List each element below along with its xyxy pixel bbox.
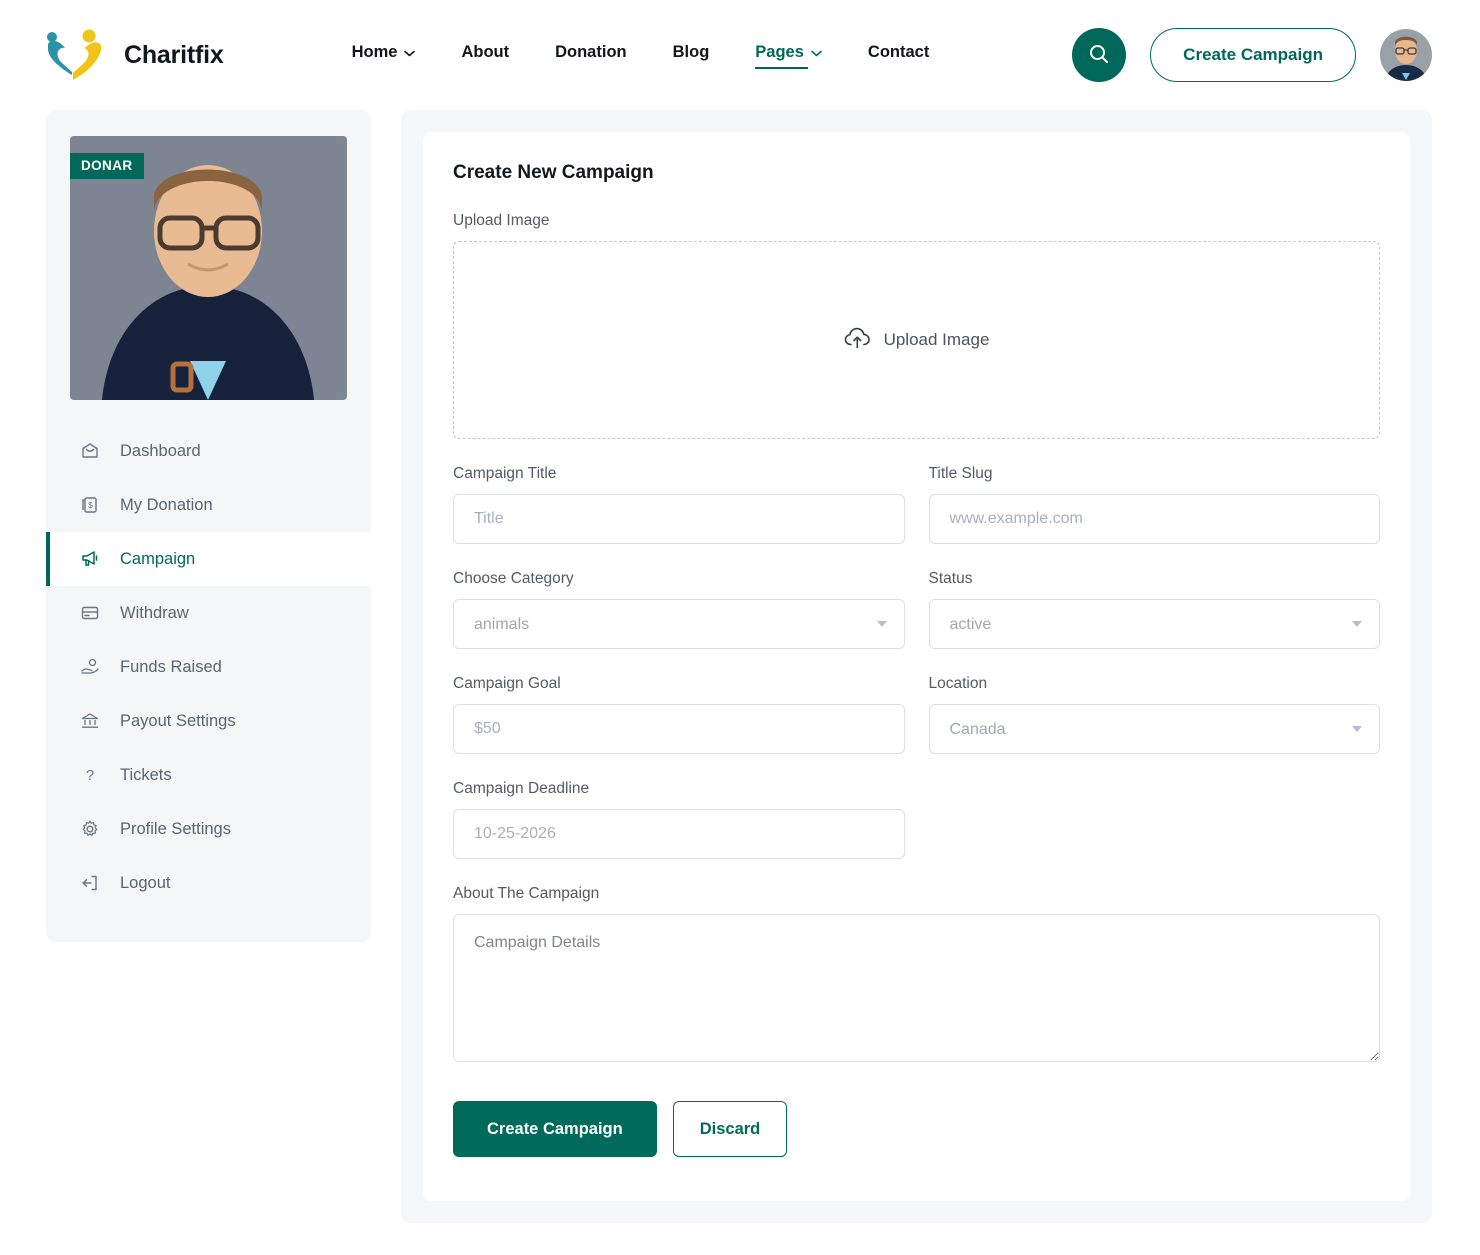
profile-photo: DONAR	[70, 136, 347, 400]
sidebar-item-label: Withdraw	[120, 603, 189, 622]
choose-category-select[interactable]: animals	[453, 599, 905, 649]
sidebar-item-funds-raised[interactable]: Funds Raised	[46, 640, 371, 694]
goal-location-row: Campaign Goal Location Canada	[453, 675, 1380, 754]
main-navigation: Home About Donation Blog Pages Contact	[352, 43, 1073, 69]
chevron-down-icon	[811, 43, 822, 62]
sidebar-menu: Dashboard $ My Donation Campaign Withdra…	[46, 424, 371, 910]
sidebar-item-dashboard[interactable]: Dashboard	[46, 424, 371, 478]
about-row: About The Campaign	[453, 885, 1380, 1067]
search-icon	[1087, 42, 1111, 69]
form-actions: Create Campaign Discard	[453, 1101, 1380, 1157]
title-slug-label: Title Slug	[928, 465, 993, 482]
location-select[interactable]: Canada	[928, 704, 1380, 754]
discard-button[interactable]: Discard	[672, 1101, 788, 1157]
title-slug-input[interactable]	[928, 494, 1380, 544]
status-select[interactable]: active	[928, 599, 1380, 649]
sidebar-item-label: Payout Settings	[120, 711, 236, 730]
nav-item-label: Contact	[867, 43, 930, 61]
campaign-title-input[interactable]	[453, 494, 905, 544]
nav-item-label: Pages	[755, 43, 804, 61]
nav-item-label: About	[461, 43, 510, 61]
header-actions: Create Campaign	[1072, 28, 1432, 82]
heart-person-logo-icon	[42, 27, 110, 83]
deadline-spacer	[929, 780, 1381, 859]
nav-item-pages[interactable]: Pages	[755, 43, 822, 69]
svg-text:$: $	[88, 501, 93, 510]
sidebar-item-label: Profile Settings	[120, 819, 231, 838]
campaign-goal-label: Campaign Goal	[453, 675, 561, 692]
nav-item-home[interactable]: Home	[352, 43, 416, 67]
nav-item-contact[interactable]: Contact	[868, 43, 929, 67]
sidebar-item-label: My Donation	[120, 495, 213, 514]
svg-text:?: ?	[86, 767, 94, 784]
nav-item-donation[interactable]: Donation	[555, 43, 627, 67]
title-slug-group: Title Slug	[928, 465, 1380, 544]
megaphone-icon	[80, 549, 100, 569]
donation-icon: $	[80, 495, 100, 515]
sidebar-item-tickets[interactable]: ? Tickets	[46, 748, 371, 802]
nav-item-about[interactable]: About	[461, 43, 509, 67]
card-icon	[80, 603, 100, 623]
question-icon: ?	[80, 765, 100, 785]
deadline-row: Campaign Deadline	[453, 780, 1380, 859]
sidebar-item-profile-settings[interactable]: Profile Settings	[46, 802, 371, 856]
choose-category-label: Choose Category	[453, 570, 574, 587]
sidebar-item-campaign[interactable]: Campaign	[46, 532, 371, 586]
about-campaign-textarea[interactable]	[453, 914, 1380, 1062]
category-status-row: Choose Category animals Status active	[453, 570, 1380, 649]
sidebar-item-label: Dashboard	[120, 441, 201, 460]
page-body: DONAR Dashboard $ My Donation Campaign W…	[0, 110, 1480, 1223]
main-panel: Create New Campaign Upload Image Upload …	[401, 110, 1432, 1223]
cloud-upload-icon	[844, 326, 871, 355]
chevron-down-icon	[404, 43, 416, 62]
brand-name: Charitfix	[124, 40, 224, 69]
campaign-deadline-label: Campaign Deadline	[453, 780, 590, 797]
create-campaign-header-button[interactable]: Create Campaign	[1150, 28, 1356, 82]
campaign-deadline-input[interactable]	[453, 809, 905, 859]
gear-icon	[80, 819, 100, 839]
search-button[interactable]	[1072, 28, 1127, 82]
campaign-title-label: Campaign Title	[453, 465, 557, 482]
campaign-title-group: Campaign Title	[453, 465, 905, 544]
nav-item-label: Home	[351, 43, 398, 61]
sidebar-item-my-donation[interactable]: $ My Donation	[46, 478, 371, 532]
sidebar-item-withdraw[interactable]: Withdraw	[46, 586, 371, 640]
location-group: Location Canada	[928, 675, 1380, 754]
home-icon	[80, 441, 100, 461]
page-title: Create New Campaign	[453, 162, 654, 183]
status-badge: DONAR	[70, 153, 144, 179]
upload-image-dropzone-label: Upload Image	[883, 330, 990, 349]
nav-item-label: Blog	[672, 43, 710, 61]
avatar[interactable]	[1380, 29, 1432, 81]
choose-category-group: Choose Category animals	[453, 570, 905, 649]
create-campaign-card: Create New Campaign Upload Image Upload …	[423, 132, 1410, 1201]
campaign-deadline-group: Campaign Deadline	[453, 780, 905, 859]
logout-icon	[80, 873, 100, 893]
campaign-goal-group: Campaign Goal	[453, 675, 905, 754]
nav-item-label: Donation	[555, 43, 627, 61]
hand-coin-icon	[80, 657, 100, 677]
upload-image-label: Upload Image	[453, 212, 550, 229]
nav-item-blog[interactable]: Blog	[673, 43, 710, 67]
title-row: Campaign Title Title Slug	[453, 465, 1380, 544]
upload-image-dropzone[interactable]: Upload Image	[453, 241, 1380, 439]
status-group: Status active	[928, 570, 1380, 649]
sidebar: DONAR Dashboard $ My Donation Campaign W…	[46, 110, 371, 942]
sidebar-item-label: Logout	[120, 873, 171, 892]
status-label: Status	[928, 570, 973, 587]
sidebar-item-label: Campaign	[120, 549, 196, 568]
bank-icon	[80, 711, 100, 731]
location-label: Location	[928, 675, 988, 692]
site-header: Charitfix Home About Donation Blog Pages…	[0, 0, 1480, 110]
sidebar-item-logout[interactable]: Logout	[46, 856, 371, 910]
sidebar-item-label: Tickets	[120, 765, 172, 784]
sidebar-item-payout-settings[interactable]: Payout Settings	[46, 694, 371, 748]
brand[interactable]: Charitfix	[42, 27, 224, 83]
about-campaign-group: About The Campaign	[453, 885, 1380, 1067]
campaign-goal-input[interactable]	[453, 704, 905, 754]
sidebar-item-label: Funds Raised	[120, 657, 222, 676]
about-campaign-label: About The Campaign	[453, 885, 600, 902]
create-campaign-submit-button[interactable]: Create Campaign	[453, 1101, 657, 1157]
